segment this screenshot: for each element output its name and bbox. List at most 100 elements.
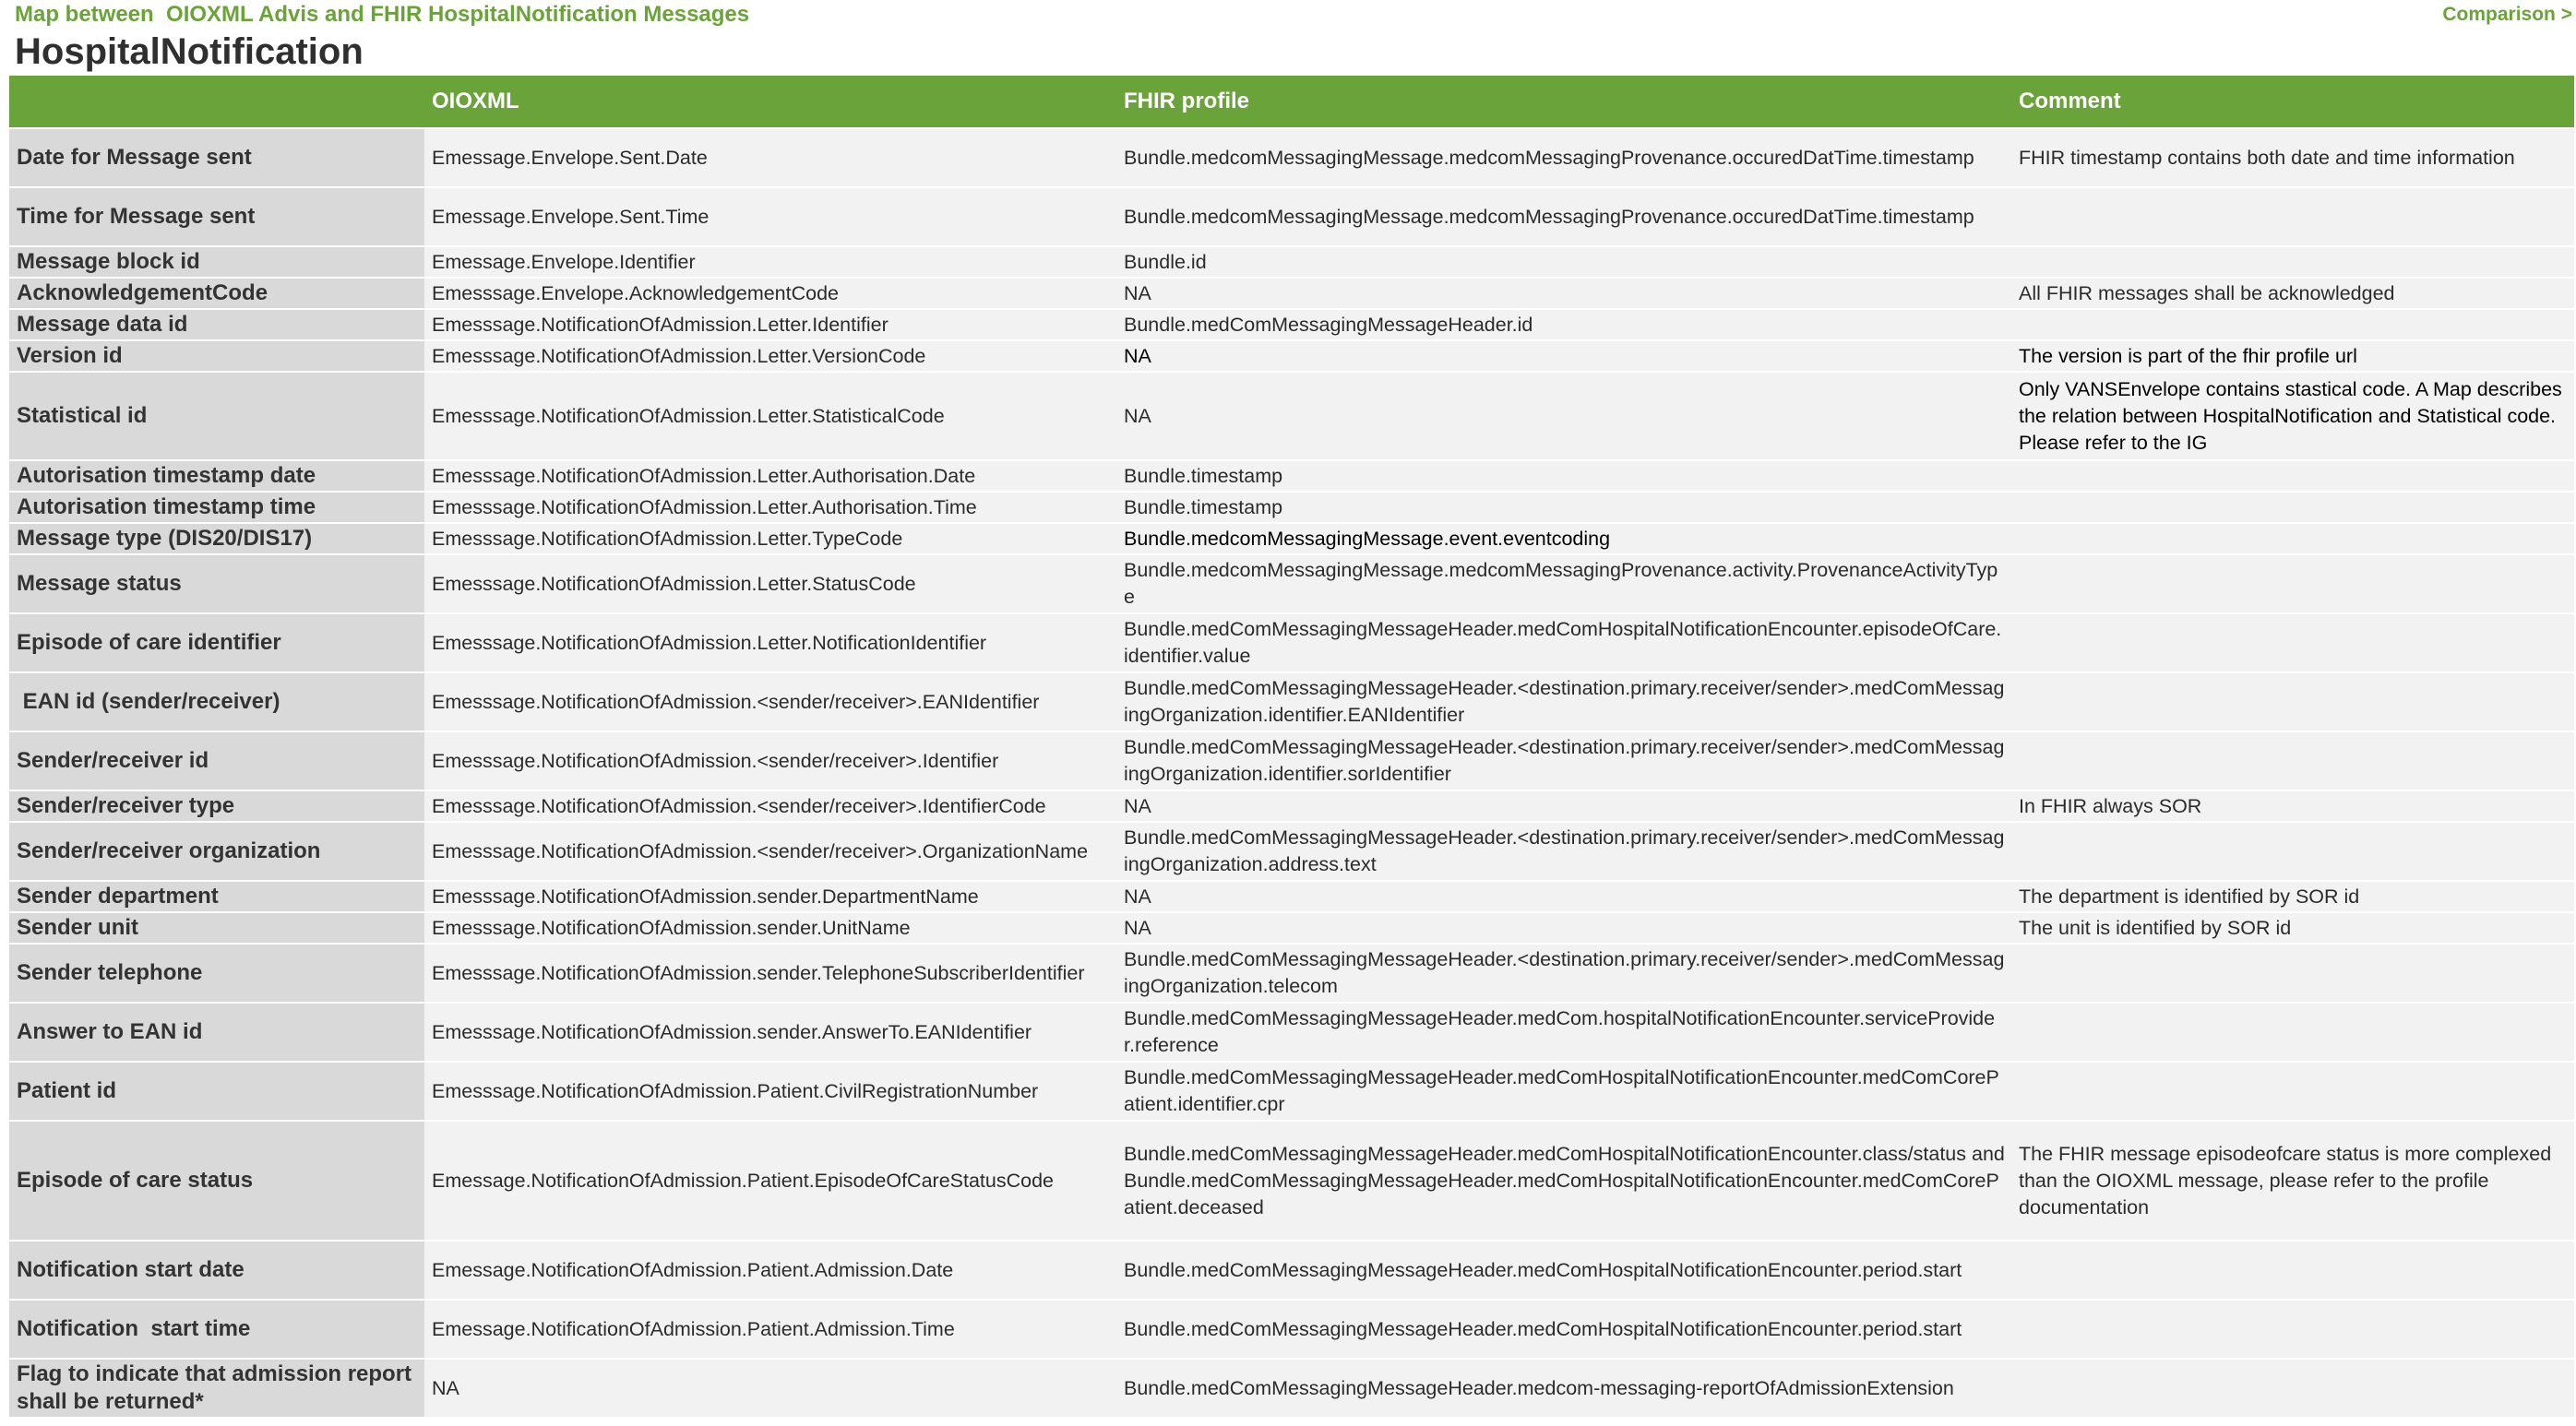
table-row: Statistical id Emesssage.NotificationOfAd…: [9, 372, 2574, 461]
comment-cell: The version is part of the fhir profile …: [2011, 340, 2574, 373]
fhir-profile-cell: NA: [1116, 881, 2011, 913]
table-row: AcknowledgementCode Emesssage.Envelope.Ac…: [9, 278, 2574, 310]
oioxml-cell: Emessage.NotificationOfAdmission.Patient…: [424, 1241, 1116, 1301]
comment-cell: In FHIR always SOR: [2011, 790, 2574, 823]
table-row: EAN id (sender/receiver) Emesssage.Notifi…: [9, 672, 2574, 732]
fhir-profile-cell: Bundle.id: [1116, 246, 2011, 279]
fhir-profile-cell: Bundle.medComMessagingMessageHeader.<des…: [1116, 944, 2011, 1004]
row-label: Sender telephone: [9, 944, 424, 1004]
comment-cell: [2011, 554, 2574, 614]
table-row: Notification start date Emessage.Notifica…: [9, 1241, 2574, 1301]
fhir-profile-cell: Bundle.medComMessagingMessageHeader.medC…: [1116, 1121, 2011, 1242]
table-row: Patient id Emesssage.NotificationOfAdmiss…: [9, 1062, 2574, 1122]
comment-cell: [2011, 460, 2574, 493]
comment-cell: All FHIR messages shall be acknowledged: [2011, 278, 2574, 310]
fhir-profile-cell: NA: [1116, 278, 2011, 310]
oioxml-cell: Emesssage.NotificationOfAdmission.sender…: [424, 944, 1116, 1004]
row-label: Autorisation timestamp date: [9, 460, 424, 493]
row-label: Patient id: [9, 1062, 424, 1122]
table-row: Sender/receiver organization Emesssage.No…: [9, 822, 2574, 882]
oioxml-cell: Emesssage.NotificationOfAdmission.<sende…: [424, 822, 1116, 882]
row-label: Sender department: [9, 881, 424, 913]
comment-cell: [2011, 822, 2574, 882]
oioxml-cell: Emessage.Envelope.Identifier: [424, 246, 1116, 279]
table-row: Autorisation timestamp time Emesssage.Not…: [9, 492, 2574, 524]
comment-cell: [2011, 1300, 2574, 1360]
oioxml-cell: Emesssage.NotificationOfAdmission.Letter…: [424, 460, 1116, 493]
comment-cell: [2011, 1062, 2574, 1122]
table-row: Date for Message sent Emessage.Envelope.S…: [9, 128, 2574, 188]
table-row: Autorisation timestamp date Emesssage.Not…: [9, 460, 2574, 493]
column-header-oioxml: OIOXML: [424, 76, 1116, 129]
oioxml-cell: Emesssage.NotificationOfAdmission.Letter…: [424, 372, 1116, 461]
fhir-profile-cell: Bundle.timestamp: [1116, 460, 2011, 493]
fhir-profile-cell: NA: [1116, 790, 2011, 823]
row-label: Sender unit: [9, 912, 424, 945]
oioxml-cell: Emesssage.NotificationOfAdmission.Letter…: [424, 523, 1116, 555]
row-label: Sender/receiver id: [9, 731, 424, 791]
fhir-profile-cell: NA: [1116, 372, 2011, 461]
fhir-profile-cell: Bundle.medComMessagingMessageHeader.<des…: [1116, 672, 2011, 732]
row-label: Notification start time: [9, 1300, 424, 1360]
fhir-profile-cell: Bundle.medComMessagingMessageHeader.id: [1116, 309, 2011, 341]
table-row: Notification start time Emessage.Notifica…: [9, 1300, 2574, 1360]
oioxml-cell: Emesssage.NotificationOfAdmission.<sende…: [424, 731, 1116, 791]
row-label: Message status: [9, 554, 424, 614]
oioxml-cell: Emesssage.Envelope.AcknowledgementCode: [424, 278, 1116, 310]
comparison-link[interactable]: Comparison >: [2442, 4, 2572, 26]
oioxml-cell: Emessage.Envelope.Sent.Date: [424, 128, 1116, 188]
comment-cell: [2011, 944, 2574, 1004]
fhir-profile-cell: Bundle.medcomMessagingMessage.medcomMess…: [1116, 187, 2011, 247]
fhir-profile-cell: Bundle.medComMessagingMessageHeader.medc…: [1116, 1359, 2011, 1419]
oioxml-cell: Emessage.Envelope.Sent.Time: [424, 187, 1116, 247]
breadcrumb: Map between OIOXML Advis and FHIR Hospit…: [15, 2, 750, 27]
fhir-profile-cell: Bundle.medcomMessagingMessage.event.even…: [1116, 523, 2011, 555]
fhir-profile-cell: Bundle.medComMessagingMessageHeader.medC…: [1116, 1241, 2011, 1301]
page-title: HospitalNotification: [15, 31, 364, 72]
oioxml-cell: Emesssage.NotificationOfAdmission.Patien…: [424, 1062, 1116, 1122]
oioxml-cell: Emesssage.NotificationOfAdmission.sender…: [424, 881, 1116, 913]
oioxml-cell: Emesssage.NotificationOfAdmission.sender…: [424, 912, 1116, 945]
fhir-profile-cell: Bundle.medComMessagingMessageHeader.medC…: [1116, 1300, 2011, 1360]
table-row: Message type (DIS20/DIS17) Emesssage.Noti…: [9, 523, 2574, 555]
comment-cell: [2011, 1359, 2574, 1419]
oioxml-cell: Emesssage.NotificationOfAdmission.Letter…: [424, 554, 1116, 614]
comment-cell: [2011, 523, 2574, 555]
row-label: AcknowledgementCode: [9, 278, 424, 310]
comment-cell: [2011, 187, 2574, 247]
table-row: Time for Message sent Emessage.Envelope.S…: [9, 187, 2574, 247]
row-label: Version id: [9, 340, 424, 373]
table-header-row: OIOXML FHIR profile Comment: [9, 76, 2574, 129]
table-row: Sender unit Emesssage.NotificationOfAdmis…: [9, 912, 2574, 945]
fhir-profile-cell: Bundle.medComMessagingMessageHeader.<des…: [1116, 731, 2011, 791]
oioxml-cell: Emessage.NotificationOfAdmission.Patient…: [424, 1121, 1116, 1242]
table-row: Sender/receiver type Emesssage.Notificati…: [9, 790, 2574, 823]
oioxml-cell: Emesssage.NotificationOfAdmission.<sende…: [424, 672, 1116, 732]
comment-cell: FHIR timestamp contains both date and ti…: [2011, 128, 2574, 188]
oioxml-cell: Emesssage.NotificationOfAdmission.Letter…: [424, 309, 1116, 341]
row-label: Autorisation timestamp time: [9, 492, 424, 524]
table-row: Answer to EAN id Emesssage.NotificationOf…: [9, 1003, 2574, 1063]
oioxml-cell: Emesssage.NotificationOfAdmission.Letter…: [424, 340, 1116, 373]
comment-cell: Only VANSEnvelope contains stastical cod…: [2011, 372, 2574, 461]
comment-cell: [2011, 672, 2574, 732]
row-label: Message block id: [9, 246, 424, 279]
comment-cell: [2011, 731, 2574, 791]
comment-cell: [2011, 492, 2574, 524]
comment-cell: [2011, 246, 2574, 279]
comment-cell: The FHIR message episodeofcare status is…: [2011, 1121, 2574, 1242]
row-label: Flag to indicate that admission report s…: [9, 1359, 424, 1419]
table-row: Flag to indicate that admission report s…: [9, 1359, 2574, 1419]
fhir-profile-cell: Bundle.medComMessagingMessageHeader.medC…: [1116, 1003, 2011, 1063]
comment-cell: The unit is identified by SOR id: [2011, 912, 2574, 945]
fhir-profile-cell: Bundle.medComMessagingMessageHeader.<des…: [1116, 822, 2011, 882]
oioxml-cell: Emesssage.NotificationOfAdmission.Letter…: [424, 492, 1116, 524]
table-row: Message data id Emesssage.NotificationOfA…: [9, 309, 2574, 341]
oioxml-cell: Emesssage.NotificationOfAdmission.Letter…: [424, 613, 1116, 673]
fhir-profile-cell: Bundle.timestamp: [1116, 492, 2011, 524]
oioxml-cell: Emesssage.NotificationOfAdmission.sender…: [424, 1003, 1116, 1063]
oioxml-cell: Emesssage.NotificationOfAdmission.<sende…: [424, 790, 1116, 823]
row-label: Answer to EAN id: [9, 1003, 424, 1063]
fhir-profile-cell: Bundle.medcomMessagingMessage.medcomMess…: [1116, 554, 2011, 614]
row-label: EAN id (sender/receiver): [9, 672, 424, 732]
